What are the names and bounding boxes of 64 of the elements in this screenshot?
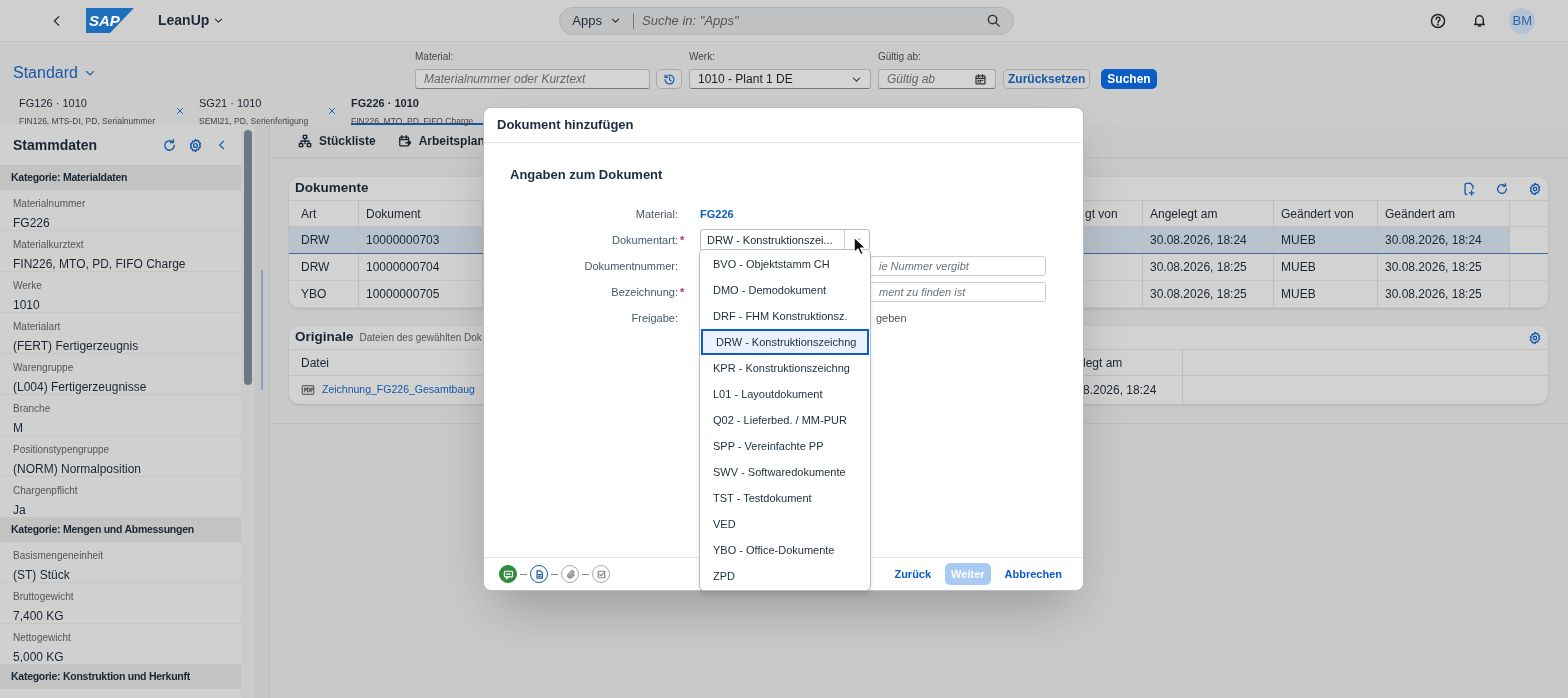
field-value: geben xyxy=(876,310,907,326)
card-title: Dokumente xyxy=(295,179,369,198)
filter-label: Material: xyxy=(415,50,455,64)
field-value: (FERT) Fertigerzeugnis xyxy=(13,338,140,355)
column-header: Angelegt am xyxy=(1143,201,1274,226)
field-value: M xyxy=(13,420,24,437)
tab-title: FG226 · 1010 xyxy=(351,96,420,111)
form-label: Bezeichnung: xyxy=(611,284,678,300)
field-label: Positionstypengruppe xyxy=(13,443,111,457)
field-label: Bruttogewicht xyxy=(13,590,75,604)
category-header: Kategorie: Materialdaten xyxy=(0,166,241,190)
form-label: Freigabe: xyxy=(631,310,678,326)
section-title: Angaben zum Dokument xyxy=(510,166,663,184)
table-cell: 30.08.2026, 18:24 xyxy=(1143,227,1274,253)
tab-subtitle: FIN226, MTO, PD, FIFO Charge xyxy=(351,114,475,128)
field-label: Materialnummer xyxy=(13,197,87,211)
card-title: Originale xyxy=(295,328,354,347)
field-value: (NORM) Normalposition xyxy=(13,461,143,478)
field-label: Warengruppe xyxy=(13,361,75,375)
form-label: Material: xyxy=(635,206,678,222)
field-value: 5,000 KG xyxy=(13,649,65,666)
column-header: Geändert am xyxy=(1378,201,1510,226)
field-value: 1010 xyxy=(13,297,41,314)
category-header: Kategorie: Mengen und Abmessungen xyxy=(0,518,241,542)
tab-title: FG126 · 1010 xyxy=(19,96,88,111)
field-value: (L004) Fertigerzeugnisse xyxy=(13,379,148,396)
field-value: (ST) Stück xyxy=(13,567,71,584)
sidebar-title: Stammdaten xyxy=(13,135,99,155)
table-cell: YBO xyxy=(289,281,359,307)
field-label: Basismengeneinheit xyxy=(13,549,105,563)
tab-title: SG21 · 1010 xyxy=(199,96,263,111)
field-label: Materialkurztext xyxy=(13,238,85,252)
form-label: Dokumentnummer: xyxy=(584,258,678,274)
required-mark: * xyxy=(679,232,686,248)
search-placeholder: Suche in: "Apps" xyxy=(642,11,740,30)
field-label: Nettogewicht xyxy=(13,631,72,645)
field-value: FG226 xyxy=(13,215,51,232)
tab-subtitle: FIN126, MTS-DI, PD, Serialnummer xyxy=(19,114,157,128)
table-cell: MUEB xyxy=(1274,227,1378,253)
column-header: Art xyxy=(289,201,359,226)
table-cell: MUEB xyxy=(1274,254,1378,280)
field-value: FIN226, MTO, PD, FIFO Charge xyxy=(13,256,187,273)
table-cell: MUEB xyxy=(1274,281,1378,307)
column-header: Geändert von xyxy=(1274,201,1378,226)
category-header: Kategorie: Konstruktion und Herkunft xyxy=(0,665,241,689)
sap-logo: SAP xyxy=(86,8,134,33)
card-subtitle: Dateien des gewählten Dok xyxy=(359,331,482,345)
table-cell: DRW xyxy=(289,254,359,280)
column-header: Datei xyxy=(301,354,329,372)
table-cell: DRW xyxy=(289,227,359,253)
field-label: Materialart xyxy=(13,320,62,334)
table-cell: 30.08.2026, 18:25 xyxy=(1143,254,1274,280)
tab-subtitle: SEMI21, PD, Serienfertigung xyxy=(199,114,310,128)
field-label: Werke xyxy=(13,279,43,293)
required-mark: * xyxy=(679,284,686,300)
form-label: Dokumentart: xyxy=(611,232,678,248)
field-label: Chargenpflicht xyxy=(13,484,79,498)
dialog-title: Dokument hinzufügen xyxy=(497,116,634,135)
filter-label: Gültig ab: xyxy=(878,50,922,64)
field-value: Ja xyxy=(13,502,27,519)
field-value: 7,400 KG xyxy=(13,608,65,625)
field-label: Branche xyxy=(13,402,52,416)
filter-label: Werk: xyxy=(689,50,716,64)
table-cell: 30.08.2026, 18:25 xyxy=(1143,281,1274,307)
